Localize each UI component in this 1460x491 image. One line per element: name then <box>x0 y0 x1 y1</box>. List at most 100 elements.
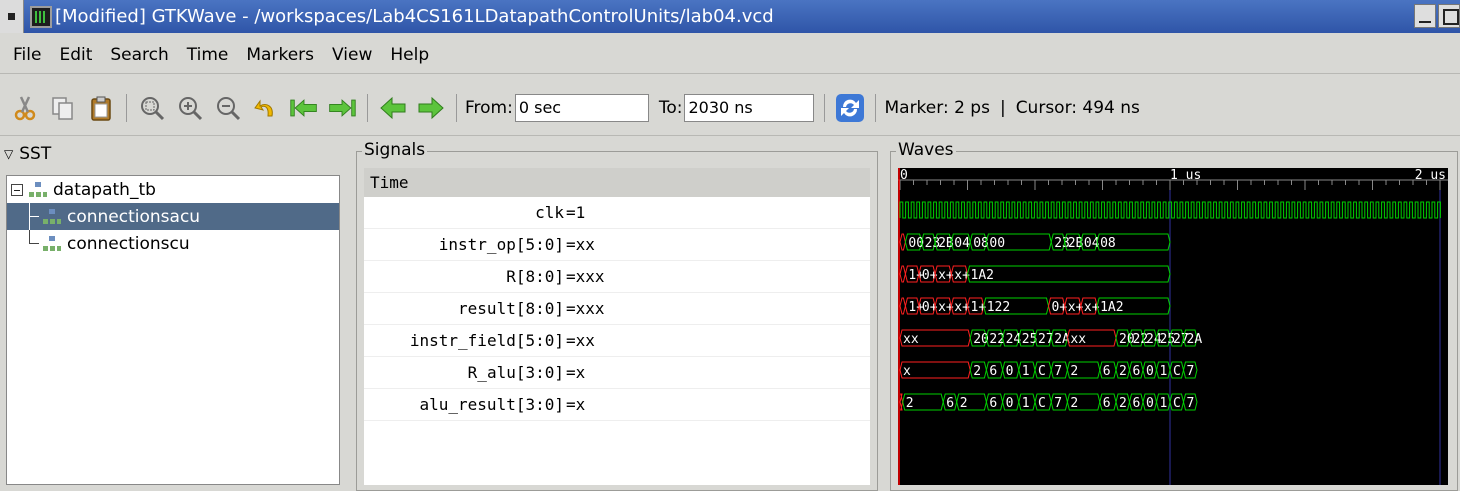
bus-value-label: 1A2 <box>1100 300 1123 315</box>
menu-time[interactable]: Time <box>178 45 238 65</box>
minimize-button[interactable] <box>1414 4 1436 28</box>
bus-value-label: 2A <box>1187 332 1203 347</box>
bus-value-label: 1 <box>1022 396 1030 411</box>
readout-separator: | <box>999 97 1006 118</box>
signal-value: =xxx <box>566 267 605 286</box>
bus-value-label: 7 <box>1187 396 1195 411</box>
bus-value-label: 2 <box>1070 396 1078 411</box>
bus-value-label: x <box>903 364 911 379</box>
menu-edit[interactable]: Edit <box>50 45 101 65</box>
bus-value-label: xx <box>903 332 919 347</box>
gtkwave-app-icon <box>30 5 52 28</box>
bus-value-label: xx <box>1070 332 1086 347</box>
to-label: To: <box>658 97 683 118</box>
bus-value-label: 0 <box>1146 396 1154 411</box>
bus-value-label: 0 <box>1006 364 1014 379</box>
signal-row-instr-field[interactable]: instr_field[5:0] =xx <box>364 325 870 357</box>
bus-value-label: C <box>1173 364 1181 379</box>
bus-value-label: 6 <box>1103 364 1111 379</box>
window-title: [Modified] GTKWave - /workspaces/Lab4CS1… <box>55 6 774 27</box>
bus-value-label: 0 <box>1146 364 1154 379</box>
bus-value-label: 2 <box>906 396 914 411</box>
signals-frame-label: Signals <box>362 140 428 160</box>
menu-view[interactable]: View <box>323 45 381 65</box>
timeline: 0 1 us 2 us <box>898 168 1448 485</box>
bus-value-label: 0 <box>1006 396 1014 411</box>
signal-name: clk <box>535 203 564 222</box>
maximize-button[interactable] <box>1438 4 1460 28</box>
tree-item-connectionscu[interactable]: connectionscu <box>7 230 339 257</box>
tree-item-connectionsacu[interactable]: connectionsacu <box>7 203 339 230</box>
waveform-canvas[interactable]: 01 us 2 us 00 232B 04 08 00 232B 04 081+0+ x+ x+ 1A… <box>898 168 1448 485</box>
reload-icon[interactable] <box>835 93 865 123</box>
bus-value-label: C <box>1038 396 1046 411</box>
bus-segment <box>899 297 906 315</box>
tree-collapse-icon[interactable] <box>11 183 23 196</box>
bus-value-label: 6 <box>946 396 954 411</box>
to-input[interactable] <box>684 93 815 122</box>
signal-value: =x <box>566 395 586 414</box>
menu-file[interactable]: File <box>4 45 50 65</box>
signal-row-r-alu[interactable]: R_alu[3:0] =x <box>364 357 870 389</box>
bus-value-label: C <box>1038 364 1046 379</box>
signals-time-header: Time <box>364 168 870 197</box>
toolbar: From: To: Marker: 2 ps | Cursor: 494 ns <box>0 80 1460 136</box>
bus-value-label: 6 <box>1133 396 1141 411</box>
signal-name: alu_result[3:0] <box>419 395 565 414</box>
signal-value: =xxx <box>566 299 605 318</box>
window-menu-icon <box>8 13 15 20</box>
signal-row-r[interactable]: R[8:0] =xxx <box>364 261 870 293</box>
menu-help[interactable]: Help <box>381 45 438 65</box>
signal-value: =xx <box>566 331 595 350</box>
signal-value: =1 <box>566 203 586 222</box>
waves-viewer[interactable]: 01 us 2 us 00 23 2B 04 08 00 23 2B 04 08 1+ 0+ x+ x+ 1A… <box>898 168 1448 485</box>
cut-icon[interactable] <box>10 93 40 123</box>
bus-value-label: 122 <box>987 300 1010 315</box>
zoom-fit-icon[interactable] <box>137 93 167 123</box>
signal-value: =x <box>566 363 586 382</box>
signal-row-clk[interactable]: clk =1 <box>364 197 870 229</box>
timeline-label: 1 us <box>1170 168 1201 183</box>
copy-icon[interactable] <box>48 93 78 123</box>
zoom-out-icon[interactable] <box>213 93 243 123</box>
menu-search[interactable]: Search <box>101 45 177 65</box>
find-next-edge-icon[interactable] <box>416 93 446 123</box>
bus-value-label: 1 <box>1160 364 1168 379</box>
window-menu-button[interactable] <box>0 0 24 33</box>
signal-row-alu-result[interactable]: alu_result[3:0] =x <box>364 389 870 421</box>
tree-branch-line <box>23 230 41 257</box>
tree-item-datapath-tb[interactable]: datapath_tb <box>7 176 339 203</box>
bus-value-label: 6 <box>989 396 997 411</box>
undo-zoom-icon[interactable] <box>251 93 281 123</box>
signal-value: =xx <box>566 235 595 254</box>
bus-segment <box>966 265 1171 283</box>
bus-value-label: 04 <box>954 236 970 251</box>
bus-value-label: 00 <box>989 236 1005 251</box>
sst-header[interactable]: ▽ SST <box>0 140 51 168</box>
bus-value-label: 6 <box>1103 396 1111 411</box>
signal-name: instr_field[5:0] <box>409 331 564 350</box>
find-prev-edge-icon[interactable] <box>378 93 408 123</box>
paste-icon[interactable] <box>86 93 116 123</box>
bus-segment <box>899 233 906 251</box>
signal-row-instr-op[interactable]: instr_op[5:0] =xx <box>364 229 870 261</box>
sst-collapse-icon[interactable]: ▽ <box>4 147 13 161</box>
toolbar-separator <box>875 93 877 122</box>
bus-value-label: 6 <box>989 364 997 379</box>
bus-value-label: 6 <box>1133 364 1141 379</box>
bus-value-label: 7 <box>1054 396 1062 411</box>
signals-list: Time clk =1 instr_op[5:0] =xx R[8:0] =xxx r… <box>364 168 870 485</box>
zoom-in-icon[interactable] <box>175 93 205 123</box>
bus-value-label: 1 <box>1022 364 1030 379</box>
title-bar: [Modified] GTKWave - /workspaces/Lab4CS1… <box>0 0 1460 33</box>
zoom-start-icon[interactable] <box>289 93 319 123</box>
hierarchy-icon <box>27 181 49 199</box>
signal-name: result[8:0] <box>458 299 564 318</box>
bus-value-label: 1 <box>1160 396 1168 411</box>
from-input[interactable] <box>514 93 649 122</box>
zoom-end-icon[interactable] <box>327 93 357 123</box>
signal-name: R[8:0] <box>506 267 564 286</box>
bus-value-label: 2 <box>1119 396 1127 411</box>
menu-markers[interactable]: Markers <box>237 45 323 65</box>
signal-row-result[interactable]: result[8:0] =xxx <box>364 293 870 325</box>
